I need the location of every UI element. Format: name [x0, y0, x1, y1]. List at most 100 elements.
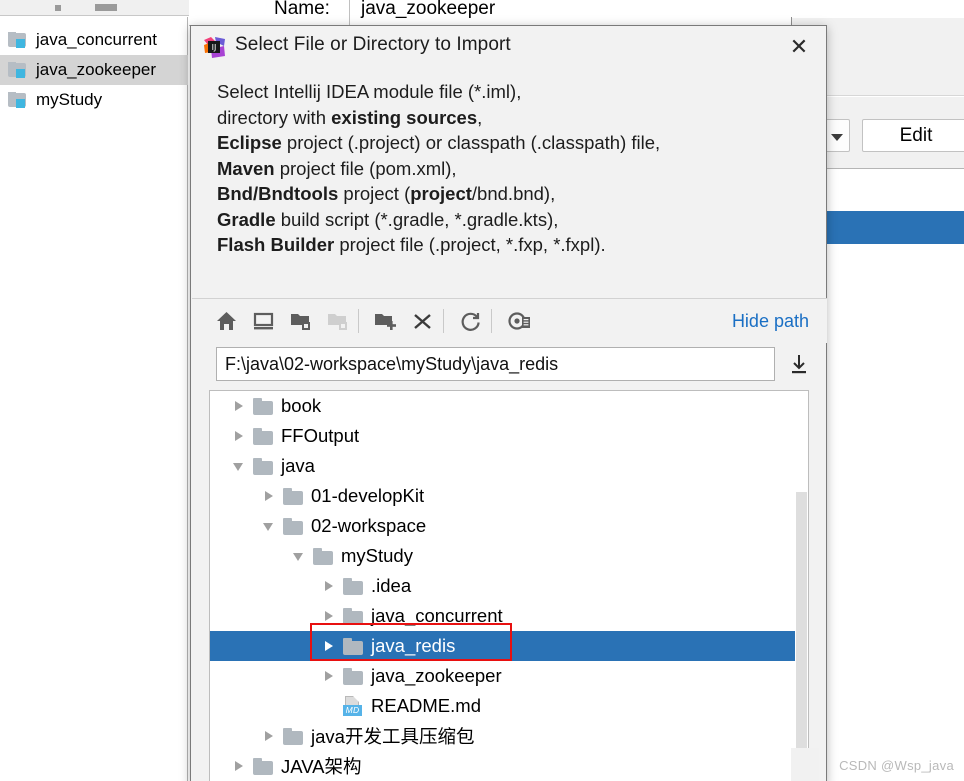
divider: [358, 309, 359, 333]
chevron-right-icon[interactable]: [232, 429, 246, 443]
tree-row[interactable]: java_concurrent: [210, 601, 808, 631]
watermark: CSDN @Wsp_java: [839, 758, 954, 773]
folder-icon: [252, 397, 274, 415]
chevron-right-icon[interactable]: [322, 639, 336, 653]
chevron-right-icon[interactable]: [232, 759, 246, 773]
tree-row-label: myStudy: [341, 545, 413, 566]
collapse-all-button: [321, 305, 354, 337]
module-folder-icon: [8, 32, 28, 48]
chevron-right-icon[interactable]: [262, 489, 276, 503]
tree-scrollbar-track[interactable]: [795, 391, 808, 781]
tree-row[interactable]: java: [210, 451, 808, 481]
folder-icon: [252, 457, 274, 475]
tree-row[interactable]: java_redis: [210, 631, 808, 661]
folder-icon: [342, 577, 364, 595]
path-input[interactable]: F:\java\02-workspace\myStudy\java_redis: [216, 347, 775, 381]
name-field-value[interactable]: java_zookeeper: [361, 0, 495, 20]
description-line: Eclipse project (.project) or classpath …: [217, 132, 661, 153]
chevron-down-icon[interactable]: [292, 549, 306, 563]
tree-row[interactable]: 01-developKit: [210, 481, 808, 511]
tree-row-label: JAVA架构: [281, 756, 362, 777]
module-item-java-concurrent[interactable]: java_concurrent: [0, 25, 188, 55]
file-chooser-toolbar: Hide path: [192, 298, 827, 343]
tree-row[interactable]: JAVA架构: [210, 751, 808, 781]
module-item-label: java_zookeeper: [36, 60, 157, 79]
svg-text:IJ: IJ: [212, 43, 217, 52]
path-history-icon[interactable]: [786, 351, 812, 377]
module-folder-icon: [8, 92, 28, 108]
description-line: Gradle build script (*.gradle, *.gradle.…: [217, 208, 559, 230]
markdown-file-icon: MD: [342, 696, 364, 716]
chevron-right-icon[interactable]: [322, 669, 336, 683]
toolbar-mini-icon[interactable]: [95, 4, 117, 11]
new-folder-button[interactable]: [369, 305, 402, 337]
module-item-label: myStudy: [36, 90, 103, 109]
description-line: Bnd/Bndtools project (project/bnd.bnd),: [217, 183, 556, 204]
tree-row[interactable]: myStudy: [210, 541, 808, 571]
folder-icon: [282, 487, 304, 505]
chevron-down-icon: [831, 134, 843, 141]
tree-scrollbar-thumb[interactable]: [796, 492, 807, 754]
folder-icon: [282, 517, 304, 535]
module-folder-icon: [8, 62, 28, 78]
refresh-button[interactable]: [454, 305, 487, 337]
watermark-backdrop: [791, 748, 819, 781]
hide-path-link[interactable]: Hide path: [732, 311, 809, 332]
tree-row[interactable]: java开发工具压缩包: [210, 721, 808, 751]
dialog-description: Select Intellij IDEA module file (*.iml)…: [217, 79, 807, 258]
name-field-label: Name:: [274, 0, 330, 19]
tree-row[interactable]: 02-workspace: [210, 511, 808, 541]
show-hidden-files-button[interactable]: [502, 305, 535, 337]
divider: [443, 309, 444, 333]
desktop-button[interactable]: [247, 305, 280, 337]
screen: java_concurrent java_zookeeper myStudy N…: [0, 0, 964, 781]
tree-row-label: README.md: [371, 695, 481, 716]
description-line: directory with existing sources,: [217, 106, 483, 128]
chevron-right-icon[interactable]: [322, 609, 336, 623]
folder-icon: [312, 547, 334, 565]
dialog-title: Select File or Directory to Import: [235, 34, 511, 55]
module-item-java-zookeeper[interactable]: java_zookeeper: [0, 55, 188, 85]
close-icon[interactable]: ✕: [786, 34, 812, 60]
tree-row-label: 02-workspace: [311, 515, 427, 536]
tree-row[interactable]: MD README.md: [210, 691, 808, 721]
folder-icon: [252, 757, 274, 775]
delete-button[interactable]: [406, 305, 439, 337]
tree-row[interactable]: book: [210, 391, 808, 421]
edit-button[interactable]: Edit: [862, 119, 964, 152]
chevron-down-icon[interactable]: [232, 459, 246, 473]
directory-tree[interactable]: book FFOutput java 01-developKit 02-workspac…: [209, 390, 809, 781]
description-line: Maven project file (pom.xml),: [217, 157, 457, 179]
folder-icon: [342, 637, 364, 655]
divider: [349, 0, 350, 26]
tree-row-label: java_zookeeper: [371, 665, 502, 686]
background-name-row: Name: java_zookeeper: [189, 0, 790, 26]
chevron-down-icon[interactable]: [262, 519, 276, 533]
tree-row-label: book: [281, 395, 322, 416]
tree-row-label: java_concurrent: [371, 605, 503, 626]
tree-row-label: 01-developKit: [311, 485, 425, 506]
folder-icon: [342, 667, 364, 685]
intellij-idea-logo-icon: IJ: [203, 36, 226, 59]
chevron-right-icon[interactable]: [322, 579, 336, 593]
folder-icon: [342, 607, 364, 625]
home-button[interactable]: [210, 305, 243, 337]
tree-row[interactable]: FFOutput: [210, 421, 808, 451]
expand-all-button[interactable]: [284, 305, 317, 337]
module-item-mystudy[interactable]: myStudy: [0, 85, 188, 115]
tree-row[interactable]: .idea: [210, 571, 808, 601]
import-dialog: IJ Select File or Directory to Import ✕ …: [190, 25, 827, 781]
divider: [491, 309, 492, 333]
tree-row[interactable]: java_zookeeper: [210, 661, 808, 691]
tree-row-label: .idea: [371, 575, 412, 596]
chevron-right-icon[interactable]: [232, 399, 246, 413]
tree-row-label: java: [281, 455, 315, 476]
tree-row-label: java开发工具压缩包: [311, 726, 475, 747]
chevron-right-icon[interactable]: [262, 729, 276, 743]
folder-icon: [282, 727, 304, 745]
module-item-label: java_concurrent: [36, 30, 157, 49]
toolbar-mini-icon[interactable]: [55, 5, 61, 11]
folder-icon: [252, 427, 274, 445]
description-line: Select Intellij IDEA module file (*.iml)…: [217, 81, 522, 102]
